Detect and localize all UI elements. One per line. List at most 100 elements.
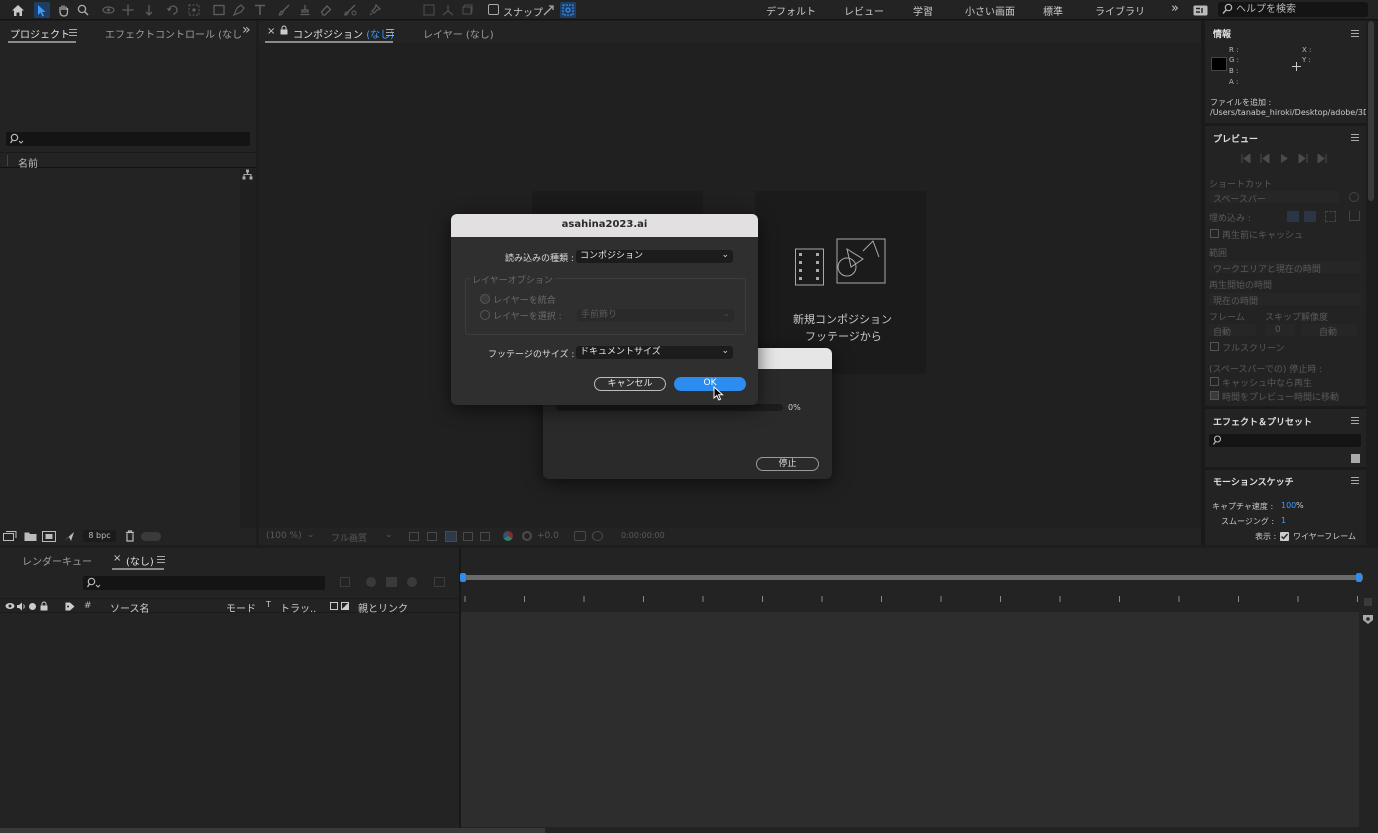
exposure-reset-icon[interactable] [522,531,532,541]
adjust-project-settings-icon[interactable] [63,531,75,542]
new-comp-from-footage-card[interactable]: 新規コンポジション フッテージから [755,191,926,374]
show-snapshot-icon[interactable] [592,531,603,541]
motion-sketch-title[interactable]: モーションスケッチ [1213,475,1294,488]
new-folder-icon[interactable] [24,531,37,542]
cancel-button[interactable]: キャンセル [594,377,666,391]
brush-tool-icon[interactable] [276,2,292,18]
preview-panel-title[interactable]: プレビュー [1213,132,1258,145]
include-audio-icon[interactable] [1304,211,1316,222]
play-icon[interactable] [1280,154,1289,163]
hand-tool-icon[interactable] [55,2,71,18]
include-video-icon[interactable] [1287,211,1299,222]
effects-search-input[interactable] [1209,434,1361,447]
video-visibility-icon[interactable] [5,602,15,610]
range-dropdown[interactable]: ワークエリアと現在の時間 [1209,261,1361,275]
col-source-name[interactable]: ソース名 [110,600,150,615]
effects-presets-title[interactable]: エフェクト＆プリセット [1213,415,1312,428]
merge-layers-radio[interactable] [480,294,490,304]
frame-blending-icon[interactable] [386,577,397,587]
zoom-dropdown[interactable]: (100 %) [266,531,302,541]
play-from-dropdown[interactable]: 現在の時間 [1209,293,1361,307]
rotate-tool-icon[interactable] [165,2,181,18]
choose-layer-dropdown[interactable]: 手前飾り ⌄ [577,309,734,322]
workspace-overflow-icon[interactable]: » [1171,1,1179,16]
audio-icon[interactable] [16,602,26,611]
resolution-dropdown[interactable]: 自動 [1301,324,1357,338]
project-search-input[interactable] [6,132,250,146]
new-preset-icon[interactable] [1351,454,1360,463]
exposure-value[interactable]: +0.0 [537,531,559,541]
frame-rate-dropdown[interactable]: 自動 [1209,324,1256,338]
info-panel-title[interactable]: 情報 [1213,27,1231,40]
mask-visibility-icon[interactable] [445,531,457,542]
work-area-range[interactable] [461,575,1363,580]
clone-stamp-tool-icon[interactable] [297,2,313,18]
anchor-point-tool-icon[interactable] [186,2,202,18]
scrollbar-thumb[interactable] [1368,21,1374,201]
channel-icon[interactable] [503,531,513,541]
zoom-slider-handle[interactable] [1364,598,1372,606]
eraser-tool-icon[interactable] [318,2,334,18]
dolly-camera-icon[interactable] [141,2,157,18]
name-column-header[interactable]: 名前 [18,155,38,170]
comp-flowchart-icon[interactable] [340,577,350,587]
tab-layer[interactable]: レイヤー (なし) [423,26,494,41]
orbit-camera-icon[interactable] [100,2,116,18]
roto-brush-tool-icon[interactable] [342,2,358,18]
previous-frame-icon[interactable] [1260,154,1270,163]
shy-icon[interactable] [366,577,376,587]
panel-menu-icon[interactable] [1351,477,1359,484]
panel-menu-icon[interactable] [1351,134,1359,141]
work-area-end-handle[interactable] [1356,573,1362,582]
tab-timeline-comp[interactable]: (なし) [126,553,154,568]
snapshot-icon[interactable] [574,531,586,541]
workspace-standard[interactable]: 標準 [1043,3,1063,18]
project-scrollbar[interactable] [240,169,256,529]
col-parent-link[interactable]: 親とリンク [358,600,408,615]
bpc-button[interactable]: 8 bpc [83,530,116,542]
help-search-input[interactable]: ヘルプを検索 [1218,2,1368,17]
comp-marker-bin-icon[interactable] [1362,614,1374,625]
smoothing-value[interactable]: 1 [1281,516,1286,525]
tab-render-queue[interactable]: レンダーキュー [22,553,92,568]
workspace-settings-icon[interactable] [1192,2,1208,18]
workspace-libraries[interactable]: ライブラリ [1095,3,1145,18]
selection-tool-icon[interactable] [34,2,50,18]
motion-blur-icon[interactable] [407,577,417,587]
cache-play-checkbox[interactable] [1210,377,1219,386]
snap-options-icon[interactable] [541,2,557,18]
shortcut-dropdown[interactable]: スペースバー [1209,191,1339,205]
panel-overflow-icon[interactable]: » [242,22,251,38]
tab-effect-controls[interactable]: エフェクトコントロール (なし [105,26,242,41]
region-of-interest-icon[interactable] [409,532,419,541]
panel-menu-icon[interactable] [1351,30,1359,37]
col-track-matte[interactable]: トラッ.. [280,600,316,615]
last-frame-icon[interactable] [1317,154,1327,163]
thumbnail-toggle[interactable] [141,532,161,541]
import-kind-dropdown[interactable]: コンポジション ⌄ [576,250,733,263]
first-frame-icon[interactable] [1241,154,1251,163]
pan-camera-icon[interactable] [120,2,136,18]
workspace-default[interactable]: デフォルト [766,3,816,18]
panel-menu-icon[interactable] [1351,417,1359,424]
ok-button[interactable]: OK [674,377,746,391]
align-tool-icon[interactable] [421,2,437,18]
transparency-grid-icon[interactable] [427,532,437,541]
matte-inverted-icon[interactable] [341,602,349,610]
home-icon[interactable] [10,2,26,18]
workspace-learn[interactable]: 学習 [913,3,933,18]
move-time-checkbox[interactable] [1210,391,1219,400]
work-area-start-handle[interactable] [460,573,466,582]
choose-layer-radio[interactable] [480,310,490,320]
include-overlays-icon[interactable] [1325,211,1336,222]
axis-world-icon[interactable] [459,2,475,18]
pen-tool-icon[interactable] [231,2,247,18]
interpret-footage-icon[interactable] [3,531,17,542]
skip-dropdown[interactable]: 0 [1265,324,1295,336]
zoom-tool-icon[interactable] [75,2,91,18]
footage-size-dropdown[interactable]: ドキュメントサイズ ⌄ [576,346,733,359]
solo-icon[interactable] [29,603,36,610]
work-area-bar[interactable] [460,572,1363,583]
cache-before-checkbox[interactable] [1210,229,1219,238]
next-frame-icon[interactable] [1298,154,1308,163]
